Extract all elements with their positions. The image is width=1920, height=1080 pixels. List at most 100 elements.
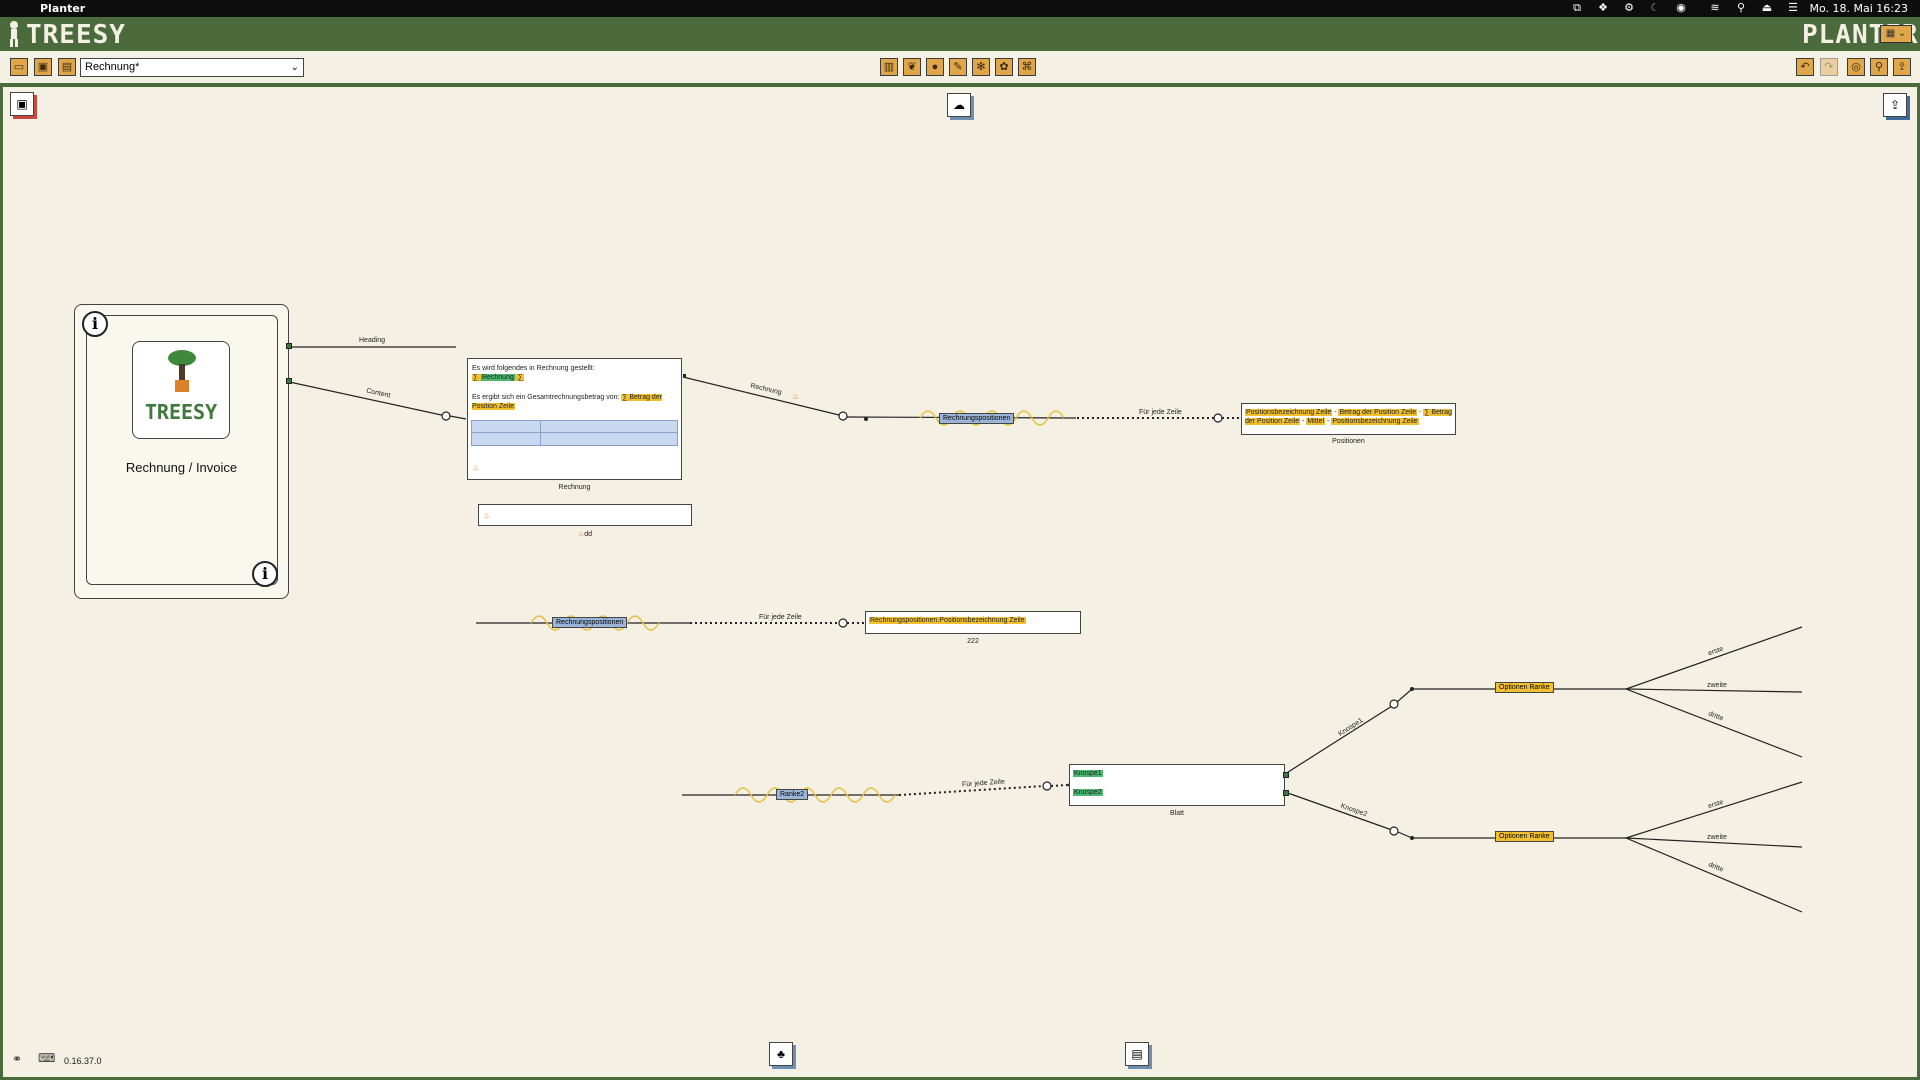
- node-blatt[interactable]: Knospe1 Knospe2: [1069, 764, 1285, 806]
- node-222[interactable]: Rechnungspositionen.Positionsbezeichnung…: [865, 611, 1081, 634]
- plant-tool-button[interactable]: ⌘: [1018, 58, 1036, 76]
- separator: -: [1334, 409, 1337, 416]
- flame-icon: ♨: [792, 392, 800, 401]
- branch-tool-button[interactable]: ✎: [949, 58, 967, 76]
- card-logo-text: TREESY: [144, 400, 218, 424]
- caption-rechnung: Rechnung: [558, 484, 591, 491]
- leaf-tool-button[interactable]: ❦: [903, 58, 921, 76]
- settings-icon[interactable]: ⚙: [1622, 2, 1636, 15]
- tag-rechnung[interactable]: Rechnung: [480, 374, 515, 381]
- node-rechnung[interactable]: Es wird folgendes in Rechnung gestellt: …: [467, 358, 682, 480]
- table-row-divider: [472, 432, 677, 433]
- document-select-value: Rechnung*: [85, 61, 140, 73]
- tag-betrag-position[interactable]: Betrag der Position Zeile: [1338, 409, 1418, 416]
- tag-rechnungspositionen[interactable]: Rechnungspositionen: [939, 413, 1015, 424]
- app-name[interactable]: Planter: [40, 2, 85, 15]
- port-rechnung-out[interactable]: [683, 374, 686, 377]
- document-select[interactable]: Rechnung* ⌄: [80, 58, 304, 77]
- edge-label-zweite-2: zweite: [1707, 834, 1727, 841]
- tag-ranke2[interactable]: Ranke2: [776, 789, 809, 800]
- edge-layer: [284, 346, 1803, 913]
- menu-bar: Planter ⧉ ❖ ⚙ ☾ ◉ ≋ ⚲ ⏏ ☰ Mo. 18. Mai 16…: [0, 0, 1920, 17]
- keyboard-icon[interactable]: ⌨: [38, 1051, 55, 1065]
- pin-button[interactable]: ◎: [1847, 58, 1865, 76]
- vpn-icon[interactable]: ◉: [1674, 2, 1688, 15]
- port-knospe1[interactable]: [1283, 772, 1289, 778]
- info-icon[interactable]: i: [252, 561, 278, 587]
- node-dd[interactable]: ♨: [478, 504, 692, 526]
- caption-222: 222: [967, 638, 979, 645]
- document-list-button[interactable]: ▤: [1125, 1042, 1149, 1066]
- flower-tool-button[interactable]: ✻: [972, 58, 990, 76]
- chevron-down-icon: ⌄: [290, 62, 299, 73]
- tag-mittel[interactable]: Mittel: [1306, 418, 1326, 425]
- tag-knospe1[interactable]: Knospe1: [1073, 770, 1103, 777]
- translate-icon[interactable]: ⧉: [1570, 2, 1584, 15]
- dropbox-icon[interactable]: ❖: [1596, 2, 1610, 15]
- edge-label-fur-jede-zeile-2: Für jede Zeile: [759, 614, 802, 621]
- tag-positionsbezeichnung-3[interactable]: Rechnungspositionen.Positionsbezeichnung…: [869, 617, 1026, 624]
- caption-dd: ♨dd: [478, 530, 692, 538]
- search-icon[interactable]: ⚲: [1734, 2, 1748, 15]
- edge-label-fur-jede-zeile: Für jede Zeile: [1139, 409, 1182, 416]
- tendril-tool-button[interactable]: ✿: [995, 58, 1013, 76]
- rechnung-line2: Es ergibt sich ein Gesamtrechnungsbetrag…: [472, 393, 677, 411]
- info-card[interactable]: i i TREESY Rechnung / Invoice: [74, 304, 289, 599]
- redo-button[interactable]: ↷: [1820, 58, 1838, 76]
- drop-tool-button[interactable]: ●: [926, 58, 944, 76]
- caption-positionen: Positionen: [1332, 438, 1365, 445]
- info-icon[interactable]: i: [82, 311, 108, 337]
- table-col-divider: [540, 421, 541, 445]
- toolbar: ▭ ▣ ▤ Rechnung* ⌄ ▥ ❦ ● ✎ ✻ ✿ ⌘ ↶ ↷ ◎ ⚲ …: [0, 51, 1920, 85]
- version-label: 0.16.37.0: [64, 1056, 102, 1066]
- node-positionen[interactable]: Positionsbezeichnung Zeile - Betrag der …: [1241, 403, 1456, 435]
- separator: -: [1327, 418, 1330, 425]
- tag-knospe2[interactable]: Knospe2: [1073, 789, 1103, 796]
- tree-structure-icon[interactable]: ⚭: [12, 1052, 22, 1066]
- caption-dd-text: dd: [584, 531, 593, 538]
- control-center-icon[interactable]: ☰: [1786, 2, 1800, 15]
- export-button[interactable]: ⇪: [1893, 58, 1911, 76]
- rechnung-line2-text: Es ergibt sich ein Gesamtrechnungsbetrag…: [472, 394, 620, 401]
- clock[interactable]: Mo. 18. Mai 16:23: [1810, 2, 1909, 15]
- edge-label-zweite-1: zweite: [1707, 682, 1727, 689]
- separator: -: [1419, 409, 1422, 416]
- treesy-card-logo: TREESY: [132, 341, 230, 439]
- app-header: TREESY PLANTER ▦ ⌄: [0, 17, 1920, 51]
- save-button[interactable]: ▣: [34, 58, 52, 76]
- editor-canvas[interactable]: Heading Content Rechnung Für jede Zeile …: [4, 86, 1916, 1076]
- wifi-icon[interactable]: ≋: [1708, 2, 1722, 15]
- gardener-icon: [10, 21, 18, 47]
- gardener-button[interactable]: ♣: [769, 1042, 793, 1066]
- upload-button[interactable]: ⇪: [1883, 93, 1907, 117]
- tree-icon: [168, 350, 196, 392]
- rechnung-tag-row: ∑ Rechnung ∑: [472, 374, 524, 381]
- tag-rechnungspositionen-2[interactable]: Rechnungspositionen: [552, 617, 628, 628]
- gardener-menu-button[interactable]: ▦ ⌄: [1880, 25, 1912, 43]
- port-knospe2[interactable]: [1283, 790, 1289, 796]
- treesy-logo: TREESY: [26, 20, 126, 50]
- separator: -: [1302, 418, 1305, 425]
- tag-positionsbezeichnung-2[interactable]: Positionsbezeichnung Zeile: [1331, 418, 1419, 425]
- zoom-button[interactable]: ⚲: [1870, 58, 1888, 76]
- flame-icon: ♨: [472, 463, 480, 472]
- undo-button[interactable]: ↶: [1796, 58, 1814, 76]
- rechnung-line1: Es wird folgendes in Rechnung gestellt:: [472, 365, 595, 372]
- tag-positionsbezeichnung[interactable]: Positionsbezeichnung Zeile: [1245, 409, 1333, 416]
- left-panel-button[interactable]: ▣: [10, 92, 34, 116]
- port-heading[interactable]: [286, 343, 292, 349]
- flame-icon: ♨: [483, 511, 491, 520]
- tag-optionen-ranke-1[interactable]: Optionen Ranke: [1495, 682, 1554, 693]
- rechnung-table[interactable]: [471, 420, 678, 446]
- caption-blatt: Blatt: [1169, 810, 1184, 817]
- moon-icon[interactable]: ☾: [1648, 2, 1662, 15]
- port-content[interactable]: [286, 378, 292, 384]
- edge-label-heading: Heading: [359, 337, 386, 344]
- save-as-button[interactable]: ▤: [58, 58, 76, 76]
- eject-icon[interactable]: ⏏: [1760, 2, 1774, 15]
- cloud-button[interactable]: ☁: [947, 93, 971, 117]
- card-title: Rechnung / Invoice: [125, 460, 238, 475]
- seed-tool-button[interactable]: ▥: [880, 58, 898, 76]
- tag-optionen-ranke-2[interactable]: Optionen Ranke: [1495, 831, 1554, 842]
- open-folder-button[interactable]: ▭: [10, 58, 28, 76]
